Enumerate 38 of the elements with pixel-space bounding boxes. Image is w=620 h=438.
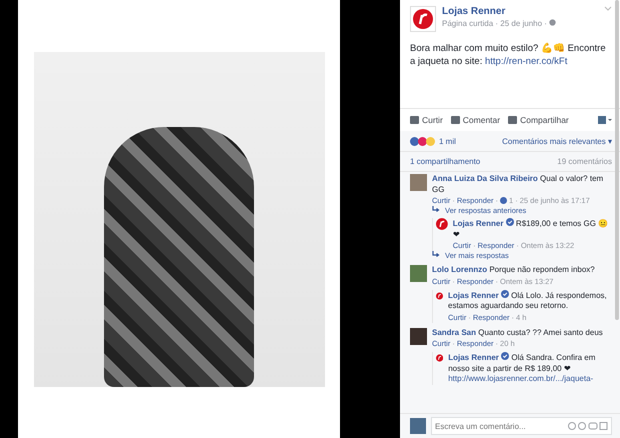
avatar-photo xyxy=(410,328,427,344)
avatar-photo xyxy=(410,174,427,191)
avatar-photo xyxy=(410,265,427,282)
reply-arrow-icon xyxy=(432,206,440,212)
comment-author[interactable]: Lojas Renner xyxy=(448,290,499,300)
share-button[interactable]: Compartilhar xyxy=(508,115,569,125)
reactions-icon[interactable] xyxy=(410,136,436,146)
like-icon xyxy=(500,197,508,204)
verified-icon xyxy=(506,218,514,226)
verified-icon xyxy=(500,290,509,298)
shares-count[interactable]: 1 compartilhamento xyxy=(410,157,480,166)
comment-link[interactable]: http://www.lojasrenner.com.br/.../jaqueta- xyxy=(448,374,612,384)
comment-author[interactable]: Lojas Renner xyxy=(448,353,499,362)
comment-text: Lojas Renner R$189,00 e temos GG 😐❤ xyxy=(452,218,610,240)
comment-author[interactable]: Lolo Lorennzo xyxy=(432,265,488,274)
comment-text: Anna Luiza Da Silva Ribeiro Qual o valor? tem GG xyxy=(432,174,604,195)
reply-arrow-icon xyxy=(432,251,440,257)
comment-button[interactable]: Comentar xyxy=(450,115,500,125)
sort-dropdown[interactable]: Comentários mais relevantes ▾ xyxy=(502,136,612,146)
reaction-count[interactable]: 1 mil xyxy=(439,136,456,146)
comment-author[interactable]: Sandra San xyxy=(432,328,476,336)
comment-text: Lojas Renner Olá Lolo. Já respondemos, estamos aguardando seu retorno. xyxy=(448,290,608,312)
post-meta: Página curtida · 25 de junho · xyxy=(442,19,598,28)
profile-switch-icon[interactable] xyxy=(598,116,612,124)
page-name[interactable]: Lojas Renner xyxy=(442,6,598,17)
comment-author[interactable]: Anna Luiza Da Silva Ribeiro xyxy=(432,174,538,183)
brand-logo-icon xyxy=(436,218,448,230)
user-avatar xyxy=(410,418,426,434)
brand-logo-icon xyxy=(436,290,443,302)
comment-text: Lojas Renner Olá Sandra. Confira em nosso site a partir de R$ 189,00 ❤ xyxy=(448,352,596,374)
comment-author[interactable]: Lojas Renner xyxy=(452,219,504,228)
like-button[interactable]: Curtir xyxy=(410,115,443,125)
brand-logo-icon xyxy=(436,352,444,364)
verified-icon xyxy=(501,352,510,360)
post-text: Bora malhar com muito estilo? 💪👊 Encontre a jaqueta no site: http://ren-ner.co/kFt xyxy=(409,42,607,69)
comment-text: Lolo Lorennzo Porque não repondem inbox? xyxy=(432,265,596,276)
comment-text: Sandra San Quanto custa? ?? Amei santo deus xyxy=(432,328,604,338)
comment-input[interactable]: Escreva um comentário... xyxy=(431,417,612,435)
